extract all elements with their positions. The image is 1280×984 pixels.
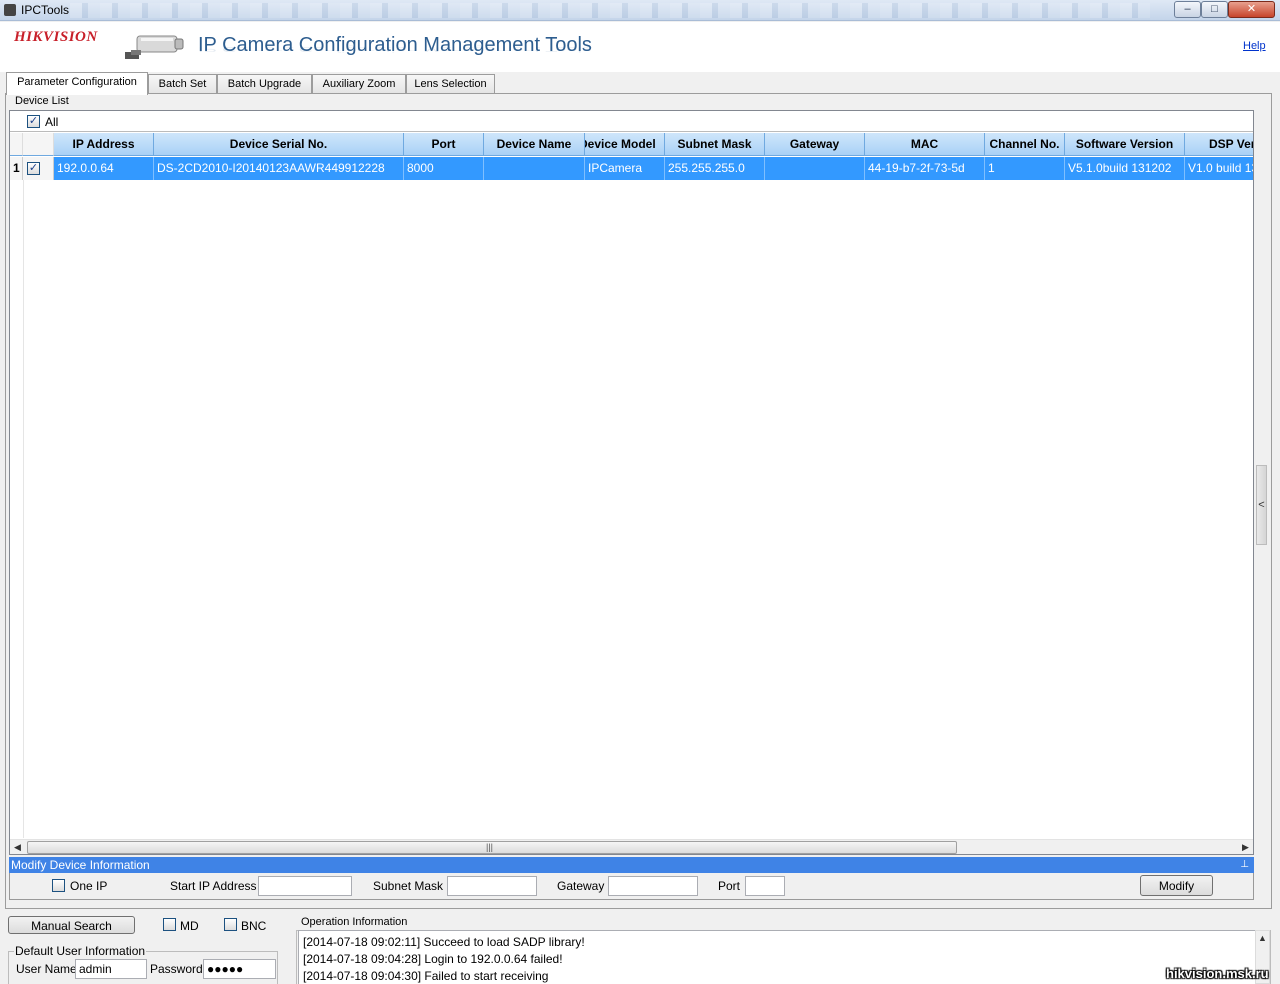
row-header-divider — [23, 180, 24, 838]
row-number: 1 — [10, 157, 23, 180]
modify-device-title: Modify Device Information — [11, 858, 150, 872]
tab-lens-selection[interactable]: Lens Selection — [406, 74, 495, 94]
bnc-label: BNC — [241, 919, 267, 933]
column-header-dsp-version[interactable]: DSP Ver — [1185, 133, 1253, 156]
cell-dsp-version[interactable]: V1.0 build 131 — [1185, 157, 1253, 180]
app-title-reflection: IP Camera Configuration Management Tools — [198, 45, 592, 53]
log-line: [2014-07-18 09:04:30] Failed to start re… — [303, 969, 549, 983]
hikvision-logo: HIKVISION — [14, 29, 98, 45]
md-checkbox[interactable] — [163, 918, 176, 931]
password-input[interactable] — [203, 959, 276, 979]
scroll-right-icon[interactable]: ▶ — [1238, 841, 1253, 854]
start-ip-label: Start IP Address — [170, 879, 257, 893]
scroll-up-icon[interactable]: ▲ — [1256, 932, 1269, 945]
horizontal-scroll-thumb[interactable]: ||| — [27, 841, 957, 854]
title-bar-decoration — [70, 3, 1150, 18]
start-ip-input[interactable] — [258, 876, 352, 896]
port-input[interactable] — [745, 876, 785, 896]
column-header-gateway[interactable]: Gateway — [765, 133, 865, 156]
table-row[interactable]: 1 ✓ 192.0.0.64 DS-2CD2010-I20140123AAWR4… — [10, 157, 1253, 180]
row-checkbox-cell: ✓ — [23, 157, 54, 180]
tab-batch-upgrade[interactable]: Batch Upgrade — [217, 74, 312, 94]
pin-icon[interactable]: ⊥ — [1240, 857, 1249, 873]
select-all-row: ✓ All — [10, 111, 1253, 132]
checkbox-column-header — [23, 133, 54, 156]
cell-device-name[interactable] — [484, 157, 585, 180]
tab-batch-set[interactable]: Batch Set — [148, 74, 217, 94]
username-input[interactable] — [75, 959, 147, 979]
modify-device-panel: One IP Start IP Address Subnet Mask Gate… — [9, 873, 1254, 900]
md-label: MD — [180, 919, 199, 933]
one-ip-checkbox[interactable] — [52, 879, 65, 892]
help-link[interactable]: Help — [1243, 40, 1266, 52]
gateway-label: Gateway — [557, 879, 605, 893]
manual-search-button[interactable]: Manual Search — [8, 916, 135, 934]
one-ip-label: One IP — [70, 879, 108, 893]
tab-auxiliary-zoom[interactable]: Auxiliary Zoom — [312, 74, 406, 94]
log-line: [2014-07-18 09:04:28] Login to 192.0.0.6… — [303, 952, 563, 966]
cell-ip-address[interactable]: 192.0.0.64 — [54, 157, 154, 180]
username-label: User Name — [16, 962, 77, 976]
grid-header: IP Address Device Serial No. Port Device… — [10, 133, 1253, 156]
device-grid: ✓ All IP Address Device Serial No. Port … — [9, 110, 1254, 855]
tab-parameter-configuration[interactable]: Parameter Configuration — [6, 72, 148, 95]
window-title-bar[interactable]: IPCTools – □ ✕ — [0, 0, 1280, 21]
column-header-device-name[interactable]: Device Name — [484, 133, 585, 156]
log-line: [2014-07-18 09:02:11] Succeed to load SA… — [303, 935, 585, 949]
cell-software-version[interactable]: V5.1.0build 131202 — [1065, 157, 1185, 180]
modify-button[interactable]: Modify — [1140, 875, 1213, 896]
password-label: Password — [150, 962, 203, 976]
cell-device-model[interactable]: IPCamera — [585, 157, 665, 180]
scroll-grip-icon: ||| — [486, 842, 494, 852]
cell-subnet-mask[interactable]: 255.255.255.0 — [665, 157, 765, 180]
row-checkbox[interactable]: ✓ — [27, 162, 40, 175]
select-all-checkbox[interactable]: ✓ — [27, 115, 40, 128]
main-tabs: Parameter Configuration Batch Set Batch … — [0, 72, 1280, 95]
bnc-checkbox[interactable] — [224, 918, 237, 931]
column-header-software-version[interactable]: Software Version — [1065, 133, 1185, 156]
select-all-label: All — [45, 115, 59, 129]
column-header-port[interactable]: Port — [404, 133, 484, 156]
minimize-button[interactable]: – — [1174, 1, 1201, 18]
horizontal-scrollbar[interactable]: ◀ ||| ▶ — [10, 839, 1253, 854]
collapse-handle-icon[interactable]: < — [1256, 465, 1267, 545]
camera-icon — [125, 35, 184, 59]
column-header-ip-address[interactable]: IP Address — [54, 133, 154, 156]
close-button[interactable]: ✕ — [1228, 1, 1275, 18]
watermark: hikvision.msk.ru — [1166, 966, 1269, 981]
cell-channel-no[interactable]: 1 — [985, 157, 1065, 180]
cell-port[interactable]: 8000 — [404, 157, 484, 180]
app-icon — [4, 4, 16, 16]
column-header-serial-no[interactable]: Device Serial No. — [154, 133, 404, 156]
scroll-left-icon[interactable]: ◀ — [10, 841, 25, 854]
subnet-mask-label: Subnet Mask — [373, 879, 444, 893]
cell-gateway[interactable] — [765, 157, 865, 180]
cell-serial-no[interactable]: DS-2CD2010-I20140123AAWR449912228 — [154, 157, 404, 180]
operation-info-caption: Operation Information — [300, 916, 409, 928]
gateway-input[interactable] — [608, 876, 698, 896]
column-header-channel-no[interactable]: Channel No. — [985, 133, 1065, 156]
cell-mac[interactable]: 44-19-b7-2f-73-5d — [865, 157, 985, 180]
column-header-device-model[interactable]: Device Model — [585, 133, 665, 156]
column-header-mac[interactable]: MAC — [865, 133, 985, 156]
device-list-caption: Device List — [14, 95, 70, 107]
operation-log[interactable]: [2014-07-18 09:02:11] Succeed to load SA… — [298, 930, 1256, 984]
default-user-info-caption: Default User Information — [14, 944, 147, 958]
app-header: HIKVISION IP Camera Configuration Manage… — [0, 22, 1280, 72]
maximize-button[interactable]: □ — [1201, 1, 1228, 18]
window-title: IPCTools — [21, 3, 70, 17]
modify-device-header[interactable]: Modify Device Information ⊥ — [9, 857, 1254, 873]
column-header-subnet-mask[interactable]: Subnet Mask — [665, 133, 765, 156]
port-label: Port — [718, 879, 741, 893]
subnet-mask-input[interactable] — [447, 876, 537, 896]
row-header-corner — [10, 133, 23, 156]
